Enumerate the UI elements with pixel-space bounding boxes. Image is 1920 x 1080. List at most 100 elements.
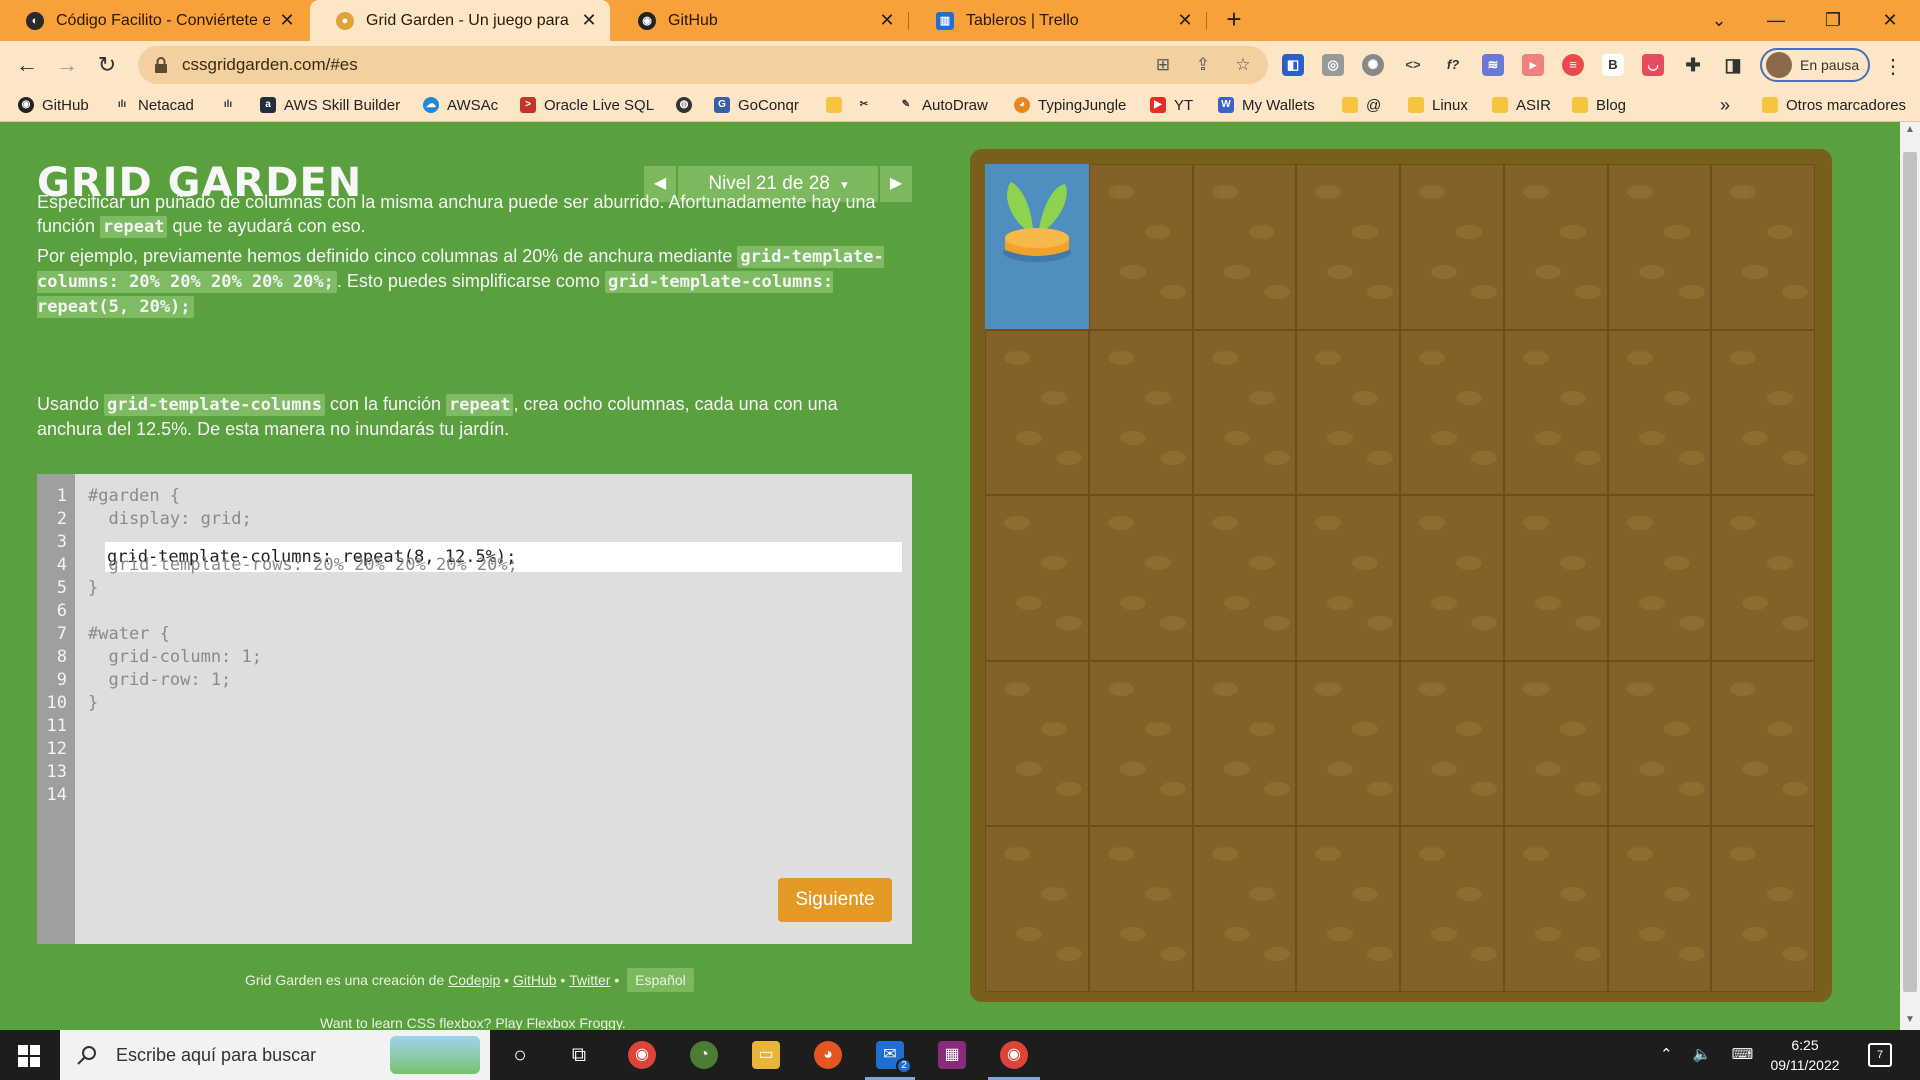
bookmark-folder-asir[interactable]: ASIR	[1492, 94, 1551, 116]
flexbox-froggy-link[interactable]: Flexbox Froggy.	[526, 1015, 625, 1030]
address-bar[interactable]: cssgridgarden.com/#es	[138, 46, 1268, 84]
scroll-up-arrow-icon[interactable]: ▲	[1905, 124, 1915, 135]
soil-texture	[1559, 225, 1586, 239]
soil-texture	[1767, 556, 1794, 571]
close-icon[interactable]: ✕	[278, 10, 296, 31]
clock[interactable]: 6:25 09/11/2022	[1760, 1035, 1850, 1075]
bookmark-my-wallets[interactable]: W My Wallets	[1218, 94, 1315, 116]
bookmark-folder-at[interactable]: @	[1342, 94, 1381, 116]
bookmark-awsac[interactable]: ☁ AWSAc	[423, 94, 498, 116]
close-icon[interactable]: ✕	[1176, 10, 1194, 31]
soil-tile	[985, 495, 1089, 661]
close-window-button[interactable]: ✕	[1875, 6, 1905, 34]
bookmark-folder-blog[interactable]: Blog	[1572, 94, 1626, 116]
restore-button[interactable]: ❐	[1818, 6, 1848, 34]
tab-search-chevron-icon[interactable]: ⌄	[1704, 6, 1734, 34]
bookmark-cisco[interactable]: ılı	[220, 94, 244, 116]
other-bookmarks[interactable]: Otros marcadores	[1762, 94, 1906, 116]
file-explorer-icon[interactable]: ▭	[752, 1041, 780, 1069]
tab-codigo-facilito[interactable]: ◐ Código Facilito - Conviértete en p ✕	[0, 0, 308, 41]
bookmark-label: AWS Skill Builder	[284, 96, 401, 114]
tab-grid-garden[interactable]: ● Grid Garden - Un juego para apre ✕	[310, 0, 610, 41]
twitter-link[interactable]: Twitter	[569, 972, 610, 988]
terminal-icon: >	[520, 97, 536, 113]
line-number: 8	[56, 647, 67, 667]
reload-icon[interactable]: ↻	[92, 50, 122, 80]
task-view-icon[interactable]: ⧉	[565, 1041, 593, 1069]
forward-arrow-icon[interactable]: →	[52, 50, 82, 80]
bookmark-tools[interactable]: ✂	[856, 94, 880, 116]
bookmark-folder[interactable]	[826, 94, 850, 116]
back-arrow-icon[interactable]: ←	[12, 50, 42, 80]
github-link[interactable]: GitHub	[513, 972, 557, 988]
line-number: 12	[46, 739, 67, 759]
soil-texture	[1782, 947, 1809, 962]
soil-texture	[1431, 596, 1457, 611]
scroll-thumb[interactable]	[1903, 152, 1917, 992]
keyboard-icon[interactable]: ⌨	[1732, 1046, 1754, 1063]
soil-texture	[1056, 450, 1082, 465]
extension-icon[interactable]: ▸	[1522, 54, 1544, 76]
side-panel-icon[interactable]: ◨	[1722, 54, 1744, 76]
language-button[interactable]: Español	[627, 968, 694, 992]
winrar-icon[interactable]: ▦	[938, 1041, 966, 1069]
extension-icon[interactable]: B	[1602, 54, 1624, 76]
pocket-icon[interactable]: ◡	[1642, 54, 1664, 76]
bookmark-star-icon[interactable]: ☆	[1232, 54, 1254, 76]
bookmark-goconqr[interactable]: G GoConqr	[714, 94, 799, 116]
code-line: grid-row: 1;	[88, 670, 232, 690]
bookmark-netacad[interactable]: ılı Netacad	[114, 94, 194, 116]
bookmark-oracle-live-sql[interactable]: > Oracle Live SQL	[520, 94, 654, 116]
extension-icon[interactable]: ◎	[1322, 54, 1344, 76]
chrome-icon[interactable]: ◉	[628, 1041, 656, 1069]
new-tab-button[interactable]: +	[1220, 6, 1248, 34]
translate-icon[interactable]: ⊞	[1152, 54, 1174, 76]
bookmark-globe[interactable]: ◍	[676, 94, 700, 116]
scroll-down-arrow-icon[interactable]: ▼	[1905, 1014, 1915, 1025]
folder-icon	[1492, 97, 1508, 113]
share-icon[interactable]: ⇪	[1192, 54, 1214, 76]
bookmark-yt[interactable]: ▶ YT	[1150, 94, 1193, 116]
extension-icon[interactable]: ≋	[1482, 54, 1504, 76]
line-number: 10	[46, 693, 67, 713]
close-icon[interactable]: ✕	[878, 10, 896, 31]
extension-icon[interactable]: ◧	[1282, 54, 1304, 76]
bookmark-folder-linux[interactable]: Linux	[1408, 94, 1468, 116]
soil-texture	[1016, 430, 1042, 445]
soil-texture	[1016, 596, 1042, 611]
notifications-icon[interactable]: 7	[1868, 1043, 1892, 1067]
codepip-link[interactable]: Codepip	[448, 972, 500, 988]
page-scrollbar[interactable]: ▲ ▼	[1900, 122, 1920, 1030]
puzzle-icon[interactable]: ✚	[1682, 54, 1704, 76]
taskbar-search-box[interactable]: Escribe aquí para buscar	[60, 1030, 490, 1080]
code-extension-icon[interactable]: <>	[1402, 54, 1424, 76]
close-icon[interactable]: ✕	[580, 10, 598, 31]
extension-icon[interactable]: ✺	[1362, 54, 1384, 76]
firefox-icon[interactable]: ◕	[814, 1041, 842, 1069]
extension-icon[interactable]: ≡	[1562, 54, 1584, 76]
soil-texture	[1419, 847, 1445, 862]
soil-texture	[1352, 721, 1379, 736]
volume-icon[interactable]: 🔈	[1693, 1046, 1712, 1063]
kebab-menu-icon[interactable]: ⋮	[1883, 54, 1903, 79]
bookmarks-more-chevron[interactable]: »	[1720, 94, 1730, 116]
bookmark-autodraw[interactable]: ✎ AutoDraw	[898, 94, 988, 116]
bookmark-typingjungle[interactable]: ◕ TypingJungle	[1014, 94, 1126, 116]
soil-texture	[1419, 516, 1445, 531]
cortana-icon[interactable]: ○	[506, 1041, 534, 1069]
bookmark-aws-skill-builder[interactable]: a AWS Skill Builder	[260, 94, 400, 116]
profile-button[interactable]: En pausa	[1760, 48, 1870, 82]
tab-trello[interactable]: ▥ Tableros | Trello ✕	[910, 0, 1206, 41]
windows-start-icon[interactable]	[18, 1045, 40, 1067]
tab-title: Tableros | Trello	[966, 11, 1079, 29]
chrome-profile-icon[interactable]: ◉	[1000, 1041, 1028, 1069]
soil-texture	[1742, 265, 1769, 279]
next-button[interactable]: Siguiente	[778, 878, 892, 922]
bookmark-github[interactable]: ◉ GitHub	[18, 94, 89, 116]
bookmark-label: Netacad	[138, 96, 194, 114]
app-icon[interactable]: ◔	[690, 1041, 718, 1069]
tab-github[interactable]: ◉ GitHub ✕	[612, 0, 908, 41]
chevron-up-icon[interactable]: ⌃	[1660, 1046, 1673, 1063]
minimize-button[interactable]: —	[1761, 6, 1791, 34]
font-extension-icon[interactable]: f?	[1442, 54, 1464, 76]
